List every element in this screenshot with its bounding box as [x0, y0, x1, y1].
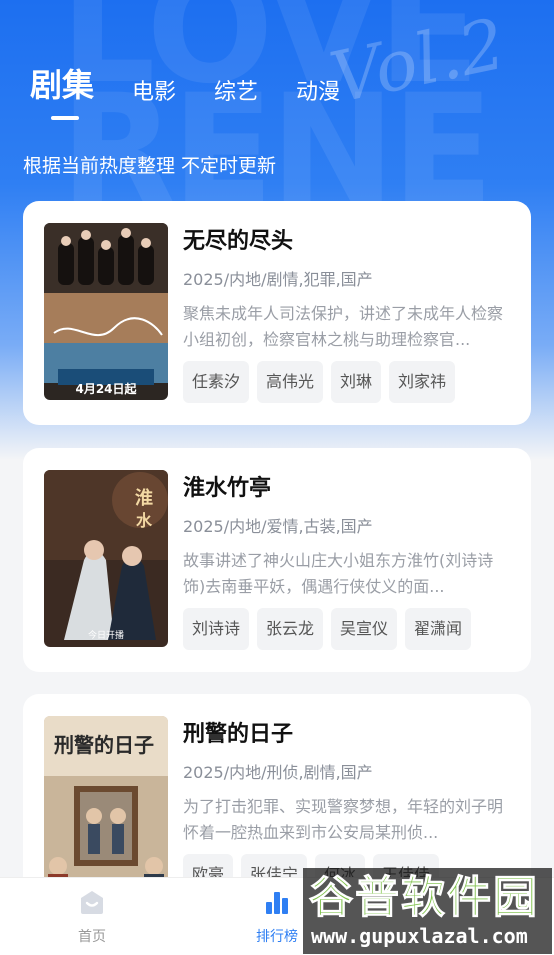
show-poster: 刑警的日子 [44, 716, 168, 893]
show-meta: 2025/内地/爱情,古装,国产 [183, 517, 373, 536]
nav-home-label: 首页 [78, 929, 106, 945]
show-card[interactable]: 淮 水 今日开播 淮水竹亭 2025/内地/爱情,古装,国产 故事讲述了神火山庄… [23, 448, 531, 672]
actor-tag[interactable]: 刘诗诗 [183, 608, 250, 650]
show-description: 为了打击犯罪、实现警察梦想，年轻的刘子明怀着一腔热血来到市公安局某刑侦... [183, 797, 504, 842]
site-watermark-name: 谷普软件园 [309, 872, 539, 924]
tab-anime[interactable]: 动漫 [296, 74, 340, 112]
actor-tag[interactable]: 吴宣仪 [331, 608, 398, 650]
show-title: 淮水竹亭 [183, 476, 272, 501]
show-poster: 淮 水 今日开播 [44, 470, 168, 647]
tab-movie[interactable]: 电影 [132, 74, 176, 112]
show-meta: 2025/内地/刑侦,剧情,国产 [183, 763, 373, 782]
actor-tag[interactable]: 高伟光 [257, 361, 324, 403]
show-description: 故事讲述了神火山庄大小姐东方淮竹(刘诗诗 饰)去南垂平妖，偶遇行侠仗义的面... [183, 551, 494, 596]
actor-tag[interactable]: 任素汐 [183, 361, 250, 403]
tab-variety[interactable]: 综艺 [214, 74, 258, 112]
actor-tag[interactable]: 刘琳 [331, 361, 382, 403]
show-description: 聚焦未成年人司法保护，讲述了未成年人检察小组初创，检察官林之桃与助理检察官... [183, 304, 504, 349]
svg-text:淮: 淮 [135, 487, 153, 509]
show-poster: 4月24日起 [44, 223, 168, 400]
actor-list: 刘诗诗 张云龙 吴宣仪 翟潇闻 [183, 608, 511, 650]
show-meta: 2025/内地/剧情,犯罪,国产 [183, 270, 373, 289]
tab-drama[interactable]: 剧集 [30, 60, 94, 112]
actor-tag[interactable]: 翟潇闻 [405, 608, 472, 650]
poster-caption: 今日开播 [88, 629, 124, 641]
show-card[interactable]: 4月24日起 无尽的尽头 2025/内地/剧情,犯罪,国产 聚焦未成年人司法保护… [23, 201, 531, 425]
poster-caption: 4月24日起 [75, 381, 137, 396]
bar-chart-icon [266, 892, 288, 914]
active-tab-indicator [51, 116, 79, 120]
actor-tag[interactable]: 刘家祎 [389, 361, 456, 403]
show-title: 无尽的尽头 [183, 229, 294, 254]
home-icon [81, 891, 103, 914]
svg-text:水: 水 [136, 511, 153, 530]
show-title: 刑警的日子 [183, 722, 294, 747]
actor-tag[interactable]: 张云龙 [257, 608, 324, 650]
site-watermark: 谷普软件园 www.gupuxlazal.com [303, 868, 552, 954]
site-watermark-url: www.gupuxlazal.com [311, 924, 528, 948]
list-subtitle: 根据当前热度整理 不定时更新 [23, 155, 277, 177]
nav-home[interactable]: 首页 [52, 888, 132, 946]
actor-list: 任素汐 高伟光 刘琳 刘家祎 [183, 361, 511, 403]
category-tabs: 剧集 电影 综艺 动漫 [30, 62, 378, 112]
svg-text:刑警的日子: 刑警的日子 [54, 733, 154, 757]
